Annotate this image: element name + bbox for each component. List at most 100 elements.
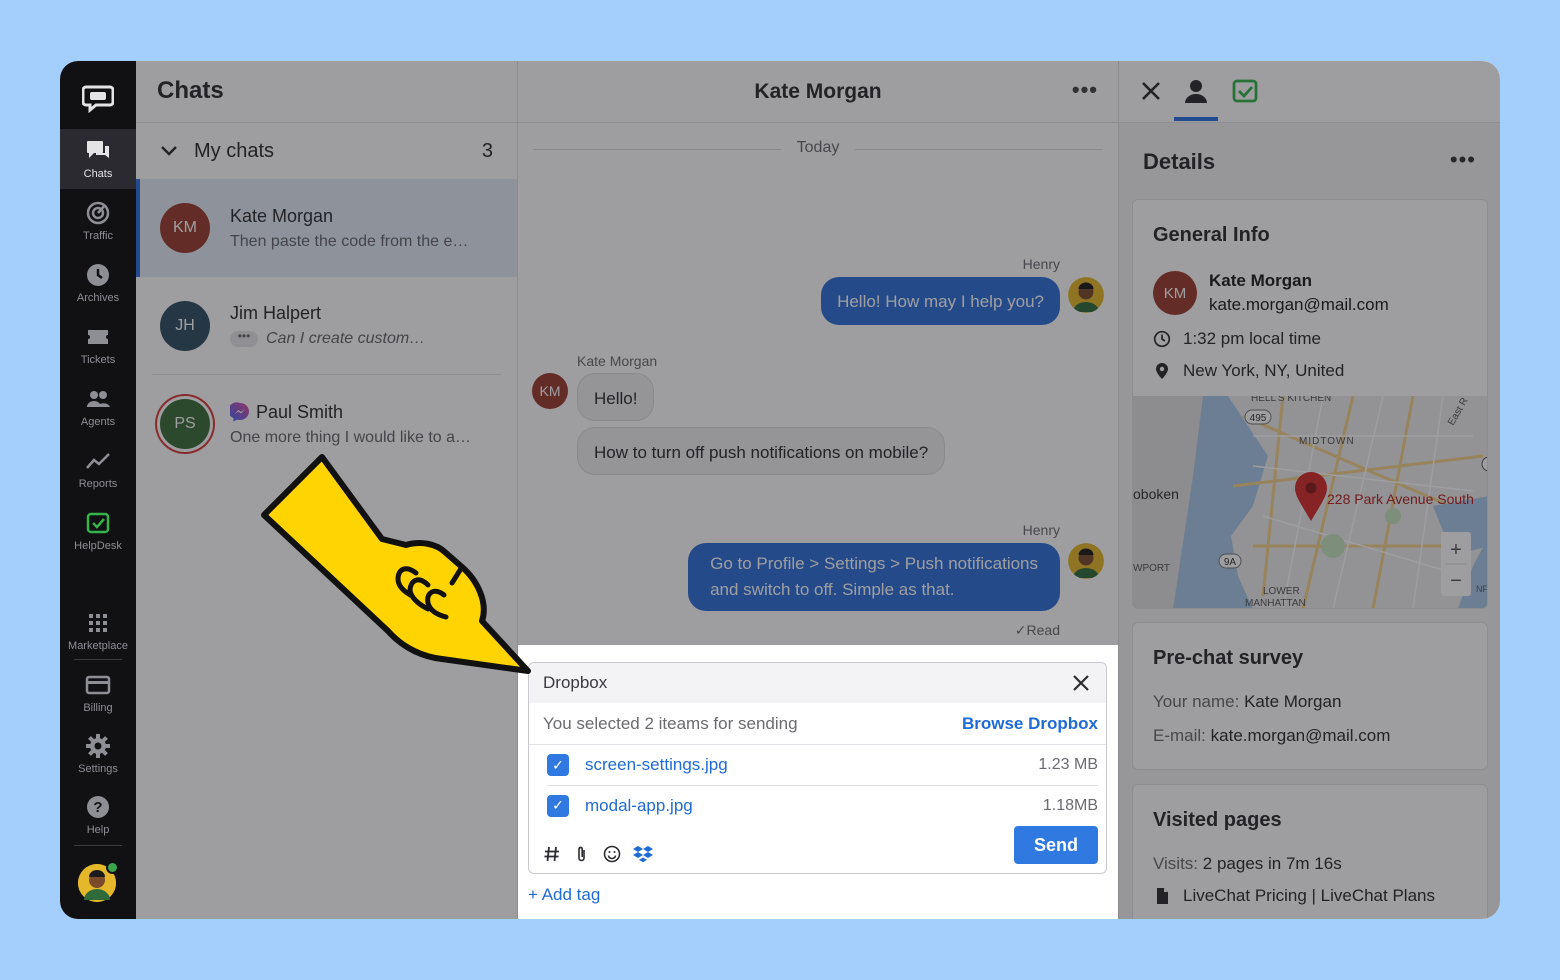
emoji-icon[interactable] bbox=[603, 845, 621, 863]
henry-avatar-icon bbox=[1068, 277, 1104, 313]
nav-label: Reports bbox=[78, 478, 118, 490]
reports-icon bbox=[86, 453, 110, 469]
tab-helpdesk-icon[interactable] bbox=[1231, 77, 1259, 105]
map-image-icon: HELL'S KITCHEN MIDTOWN oboken WPORT LOWE… bbox=[1133, 396, 1488, 609]
map-label: NF bbox=[1476, 584, 1488, 594]
main-navigation: Chats Traffic Archives Tickets Agents Re… bbox=[60, 61, 136, 919]
traffic-icon bbox=[86, 201, 110, 225]
location-map[interactable]: HELL'S KITCHEN MIDTOWN oboken WPORT LOWE… bbox=[1133, 396, 1488, 609]
more-options-icon[interactable]: ••• bbox=[1450, 147, 1476, 173]
nav-item-help[interactable]: ? Help bbox=[60, 785, 136, 845]
nav-item-tickets[interactable]: Tickets bbox=[60, 315, 136, 375]
billing-icon bbox=[85, 675, 111, 695]
details-title: Details bbox=[1143, 149, 1216, 174]
composer-toolbar bbox=[543, 845, 653, 863]
hashtag-icon[interactable] bbox=[543, 845, 561, 863]
card-title: Visited pages bbox=[1153, 809, 1282, 831]
nav-item-marketplace[interactable]: Marketplace bbox=[60, 601, 136, 661]
dropbox-modal: Dropbox You selected 2 iteams for sendin… bbox=[528, 662, 1107, 874]
nav-item-billing[interactable]: Billing bbox=[60, 663, 136, 723]
group-count: 3 bbox=[481, 139, 493, 162]
map-label: WPORT bbox=[1133, 563, 1170, 574]
close-icon[interactable] bbox=[1070, 672, 1092, 694]
close-icon[interactable] bbox=[1137, 77, 1165, 105]
document-icon bbox=[1157, 888, 1168, 904]
map-label: LOWER bbox=[1263, 586, 1300, 597]
dropbox-icon[interactable] bbox=[633, 845, 653, 863]
attachment-icon[interactable] bbox=[573, 845, 591, 863]
chevron-down-icon bbox=[161, 146, 177, 156]
conversation-header: Kate Morgan ••• bbox=[518, 61, 1118, 123]
file-checkbox[interactable]: ✓ bbox=[547, 794, 569, 817]
file-name[interactable]: screen-settings.jpg bbox=[585, 755, 728, 775]
nav-item-traffic[interactable]: Traffic bbox=[60, 191, 136, 251]
help-icon: ? bbox=[87, 796, 109, 818]
local-time: 1:32 pm local time bbox=[1183, 329, 1321, 348]
send-button[interactable]: Send bbox=[1014, 826, 1098, 864]
field-value: 2 pages in 7m 16s bbox=[1202, 854, 1342, 873]
chat-item-kate-morgan[interactable]: KM Kate Morgan Then paste the code from … bbox=[136, 179, 517, 277]
agent-avatar[interactable] bbox=[78, 861, 119, 902]
file-name[interactable]: modal-app.jpg bbox=[585, 796, 693, 816]
nav-item-helpdesk[interactable]: HelpDesk bbox=[60, 501, 136, 561]
nav-item-settings[interactable]: Settings bbox=[60, 724, 136, 784]
visited-pages-card: Visited pages Visits: 2 pages in 7m 16s … bbox=[1132, 784, 1488, 919]
map-label: oboken bbox=[1133, 486, 1179, 502]
nav-item-agents[interactable]: Agents bbox=[60, 377, 136, 437]
agents-icon bbox=[87, 391, 110, 407]
location: New York, NY, United bbox=[1183, 361, 1345, 380]
selection-summary: You selected 2 iteams for sending bbox=[543, 713, 798, 733]
field-label: E-mail: bbox=[1153, 726, 1206, 745]
visited-page-title[interactable]: LiveChat Pricing | LiveChat Plans bbox=[1183, 886, 1435, 906]
zoom-in-button[interactable]: + bbox=[1450, 539, 1462, 561]
henry-avatar-icon bbox=[1068, 543, 1104, 579]
field-label: Your name: bbox=[1153, 692, 1240, 711]
zoom-out-button[interactable]: − bbox=[1450, 570, 1462, 592]
dropbox-header: Dropbox bbox=[529, 663, 1106, 703]
location-pin-icon bbox=[1156, 363, 1168, 379]
chat-preview: One more thing I would like to a… bbox=[230, 428, 470, 446]
avatar: JH bbox=[160, 300, 210, 351]
helpdesk-icon bbox=[86, 512, 110, 534]
local-time-row: 1:32 pm local time bbox=[1153, 329, 1487, 349]
survey-name-row: Your name: Kate Morgan bbox=[1153, 692, 1487, 712]
nav-label: Archives bbox=[76, 292, 120, 304]
add-tag-link[interactable]: + Add tag bbox=[528, 885, 600, 905]
file-row[interactable]: ✓ modal-app.jpg 1.18MB bbox=[547, 785, 1098, 825]
general-info-card: General Info KM Kate Morgan kate.morgan@… bbox=[1132, 199, 1488, 609]
customer-name: Kate Morgan bbox=[1209, 271, 1312, 290]
nav-label: Marketplace bbox=[68, 640, 128, 652]
visited-page-row[interactable]: LiveChat Pricing | LiveChat Plans bbox=[1153, 886, 1487, 906]
browse-dropbox-link[interactable]: Browse Dropbox bbox=[962, 714, 1098, 734]
typing-indicator-icon: ••• bbox=[230, 330, 258, 347]
more-options-icon[interactable]: ••• bbox=[1072, 77, 1098, 103]
visits-row: Visits: 2 pages in 7m 16s bbox=[1153, 854, 1487, 874]
nav-item-archives[interactable]: Archives bbox=[60, 253, 136, 313]
nav-item-reports[interactable]: Reports bbox=[60, 439, 136, 499]
details-tabs bbox=[1119, 61, 1500, 123]
customer-email: kate.morgan@mail.com bbox=[1209, 295, 1389, 314]
chat-list-title: Chats bbox=[136, 61, 517, 123]
field-value: Kate Morgan bbox=[1244, 692, 1342, 711]
chat-preview: Can I create custom… bbox=[266, 330, 426, 347]
nav-label: Agents bbox=[80, 416, 116, 428]
message-bubble: Hello! How may I help you? bbox=[821, 277, 1060, 325]
card-title: Pre-chat survey bbox=[1153, 647, 1304, 669]
avatar: KM bbox=[532, 373, 568, 409]
file-row[interactable]: ✓ screen-settings.jpg 1.23 MB bbox=[547, 745, 1098, 785]
message-bubble: Hello! bbox=[577, 373, 655, 421]
map-label: 9A bbox=[1224, 557, 1237, 568]
nav-label: Traffic bbox=[83, 230, 113, 242]
conversation-title: Kate Morgan bbox=[754, 79, 882, 103]
archives-icon bbox=[87, 264, 109, 286]
nav-label: Settings bbox=[78, 763, 118, 775]
dropbox-title: Dropbox bbox=[543, 673, 608, 692]
dropbox-subheader: You selected 2 iteams for sending Browse… bbox=[529, 703, 1106, 745]
chat-item-jim-halpert[interactable]: JH Jim Halpert ••• Can I create custom… bbox=[152, 277, 501, 375]
my-chats-group[interactable]: My chats 3 bbox=[136, 123, 517, 179]
map-label: MANHATTAN bbox=[1245, 598, 1306, 609]
file-checkbox[interactable]: ✓ bbox=[547, 754, 569, 776]
tab-customer-icon[interactable] bbox=[1182, 77, 1210, 105]
nav-item-chats[interactable]: Chats bbox=[60, 129, 136, 189]
chat-preview: Then paste the code from the e… bbox=[230, 232, 469, 250]
